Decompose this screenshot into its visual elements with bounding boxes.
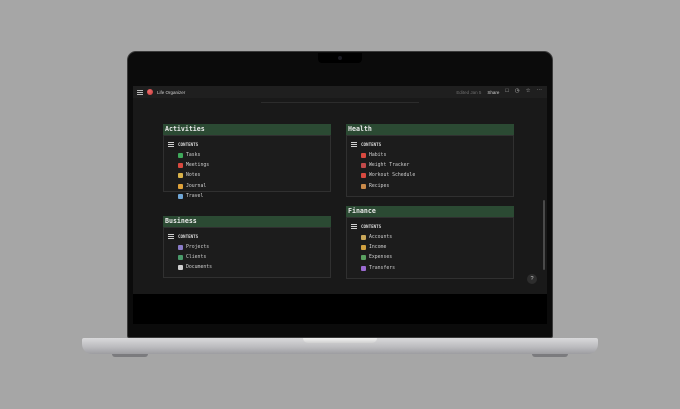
section-panel: CONTENTS Tasks Meetings Notes Journal Travel bbox=[163, 135, 331, 199]
list-item[interactable]: Habits bbox=[361, 150, 513, 160]
list-item-label: Accounts bbox=[369, 234, 393, 240]
list-item[interactable]: Clients bbox=[178, 252, 330, 262]
list-item-label: Income bbox=[369, 244, 387, 250]
scrollbar[interactable] bbox=[543, 200, 545, 270]
list-icon bbox=[351, 224, 357, 229]
list-icon bbox=[168, 142, 174, 147]
list-item-label: Workout Schedule bbox=[369, 173, 416, 179]
section-panel: CONTENTS Accounts Income Expenses Transfers bbox=[346, 217, 514, 279]
list-item[interactable]: Tasks bbox=[178, 150, 330, 160]
document-icon bbox=[178, 265, 183, 271]
contents-heading: CONTENTS bbox=[164, 228, 330, 242]
list-icon bbox=[168, 234, 174, 239]
moneybag-icon bbox=[361, 244, 366, 250]
list-item-label: Weight Tracker bbox=[369, 162, 410, 168]
list-item-label: Projects bbox=[186, 244, 210, 250]
list-item[interactable]: Documents bbox=[178, 263, 330, 273]
list-item-label: Journal bbox=[186, 183, 207, 189]
page-icon bbox=[147, 89, 153, 95]
edited-timestamp: Edited Jan 5 bbox=[456, 89, 482, 95]
airplane-icon bbox=[178, 193, 183, 199]
list-item-label: Travel bbox=[186, 193, 204, 199]
list-item-label: Tasks bbox=[186, 152, 201, 158]
list-item-label: Notes bbox=[186, 173, 201, 179]
list-item[interactable]: Notes bbox=[178, 171, 330, 181]
people-icon bbox=[178, 254, 183, 260]
divider bbox=[261, 102, 419, 103]
health-section: Health CONTENTS Habits Weight Tracker Work… bbox=[346, 124, 514, 197]
palette-icon bbox=[178, 244, 183, 250]
screen-bezel-bottom bbox=[133, 294, 547, 324]
money-icon bbox=[361, 255, 366, 261]
food-icon bbox=[361, 183, 366, 189]
section-panel: CONTENTS Projects Clients Documents bbox=[163, 227, 331, 278]
list-item[interactable]: Journal bbox=[178, 181, 330, 191]
section-header: Finance bbox=[346, 206, 514, 217]
calendar-icon bbox=[178, 162, 183, 168]
list-item[interactable]: Transfers bbox=[361, 263, 513, 273]
section-header: Activities bbox=[163, 124, 331, 135]
share-button[interactable]: Share bbox=[487, 90, 499, 95]
target-icon bbox=[361, 152, 366, 158]
notebook-icon bbox=[178, 183, 183, 189]
list-item[interactable]: Expenses bbox=[361, 253, 513, 263]
pencil-icon bbox=[178, 173, 183, 179]
scale-icon bbox=[361, 162, 366, 168]
check-icon bbox=[178, 152, 183, 158]
list-item[interactable]: Travel bbox=[178, 191, 330, 201]
comment-icon[interactable]: □ bbox=[505, 89, 508, 95]
section-header: Business bbox=[163, 216, 331, 227]
list-item-label: Expenses bbox=[369, 255, 393, 261]
section-header: Health bbox=[346, 124, 514, 135]
list-item-label: Habits bbox=[369, 152, 387, 158]
list-item[interactable]: Meetings bbox=[178, 160, 330, 170]
list-item-label: Documents bbox=[186, 265, 212, 271]
list-item-label: Recipes bbox=[369, 183, 390, 189]
finance-section: Finance CONTENTS Accounts Income Expenses T… bbox=[346, 206, 514, 279]
contents-list: Projects Clients Documents bbox=[164, 242, 330, 273]
list-item[interactable]: Weight Tracker bbox=[361, 160, 513, 170]
app-screen: Life Organizer Edited Jan 5 Share □ ◷ ☆ … bbox=[133, 86, 547, 294]
laptop-foot bbox=[112, 354, 148, 357]
laptop-foot bbox=[532, 354, 568, 357]
clock-icon[interactable]: ◷ bbox=[515, 89, 520, 95]
help-button[interactable]: ? bbox=[527, 274, 537, 284]
contents-list: Accounts Income Expenses Transfers bbox=[347, 232, 513, 273]
transfer-icon bbox=[361, 265, 366, 271]
hamburger-icon[interactable] bbox=[137, 89, 143, 95]
list-item[interactable]: Accounts bbox=[361, 232, 513, 242]
star-icon[interactable]: ☆ bbox=[526, 89, 531, 95]
contents-list: Habits Weight Tracker Workout Schedule Reci… bbox=[347, 150, 513, 191]
list-item[interactable]: Income bbox=[361, 242, 513, 252]
activities-section: Activities CONTENTS Tasks Meetings Notes Jo… bbox=[163, 124, 331, 199]
list-item[interactable]: Projects bbox=[178, 242, 330, 252]
camera-icon bbox=[338, 56, 342, 60]
business-section: Business CONTENTS Projects Clients Documen… bbox=[163, 216, 331, 278]
list-icon bbox=[351, 142, 357, 147]
top-bar: Life Organizer Edited Jan 5 Share □ ◷ ☆ … bbox=[133, 86, 547, 98]
list-item-label: Transfers bbox=[369, 265, 395, 271]
section-panel: CONTENTS Habits Weight Tracker Workout Sch… bbox=[346, 135, 514, 197]
contents-list: Tasks Meetings Notes Journal Travel bbox=[164, 150, 330, 201]
bank-icon bbox=[361, 234, 366, 240]
more-icon[interactable]: ⋯ bbox=[537, 89, 543, 95]
contents-heading: CONTENTS bbox=[347, 136, 513, 150]
calendar-icon bbox=[361, 173, 366, 179]
list-item[interactable]: Recipes bbox=[361, 181, 513, 191]
contents-heading: CONTENTS bbox=[164, 136, 330, 150]
list-item[interactable]: Workout Schedule bbox=[361, 171, 513, 181]
laptop-hinge-groove bbox=[303, 338, 377, 343]
list-item-label: Clients bbox=[186, 254, 207, 260]
list-item-label: Meetings bbox=[186, 162, 210, 168]
contents-heading: CONTENTS bbox=[347, 218, 513, 232]
page-title[interactable]: Life Organizer bbox=[157, 90, 185, 95]
